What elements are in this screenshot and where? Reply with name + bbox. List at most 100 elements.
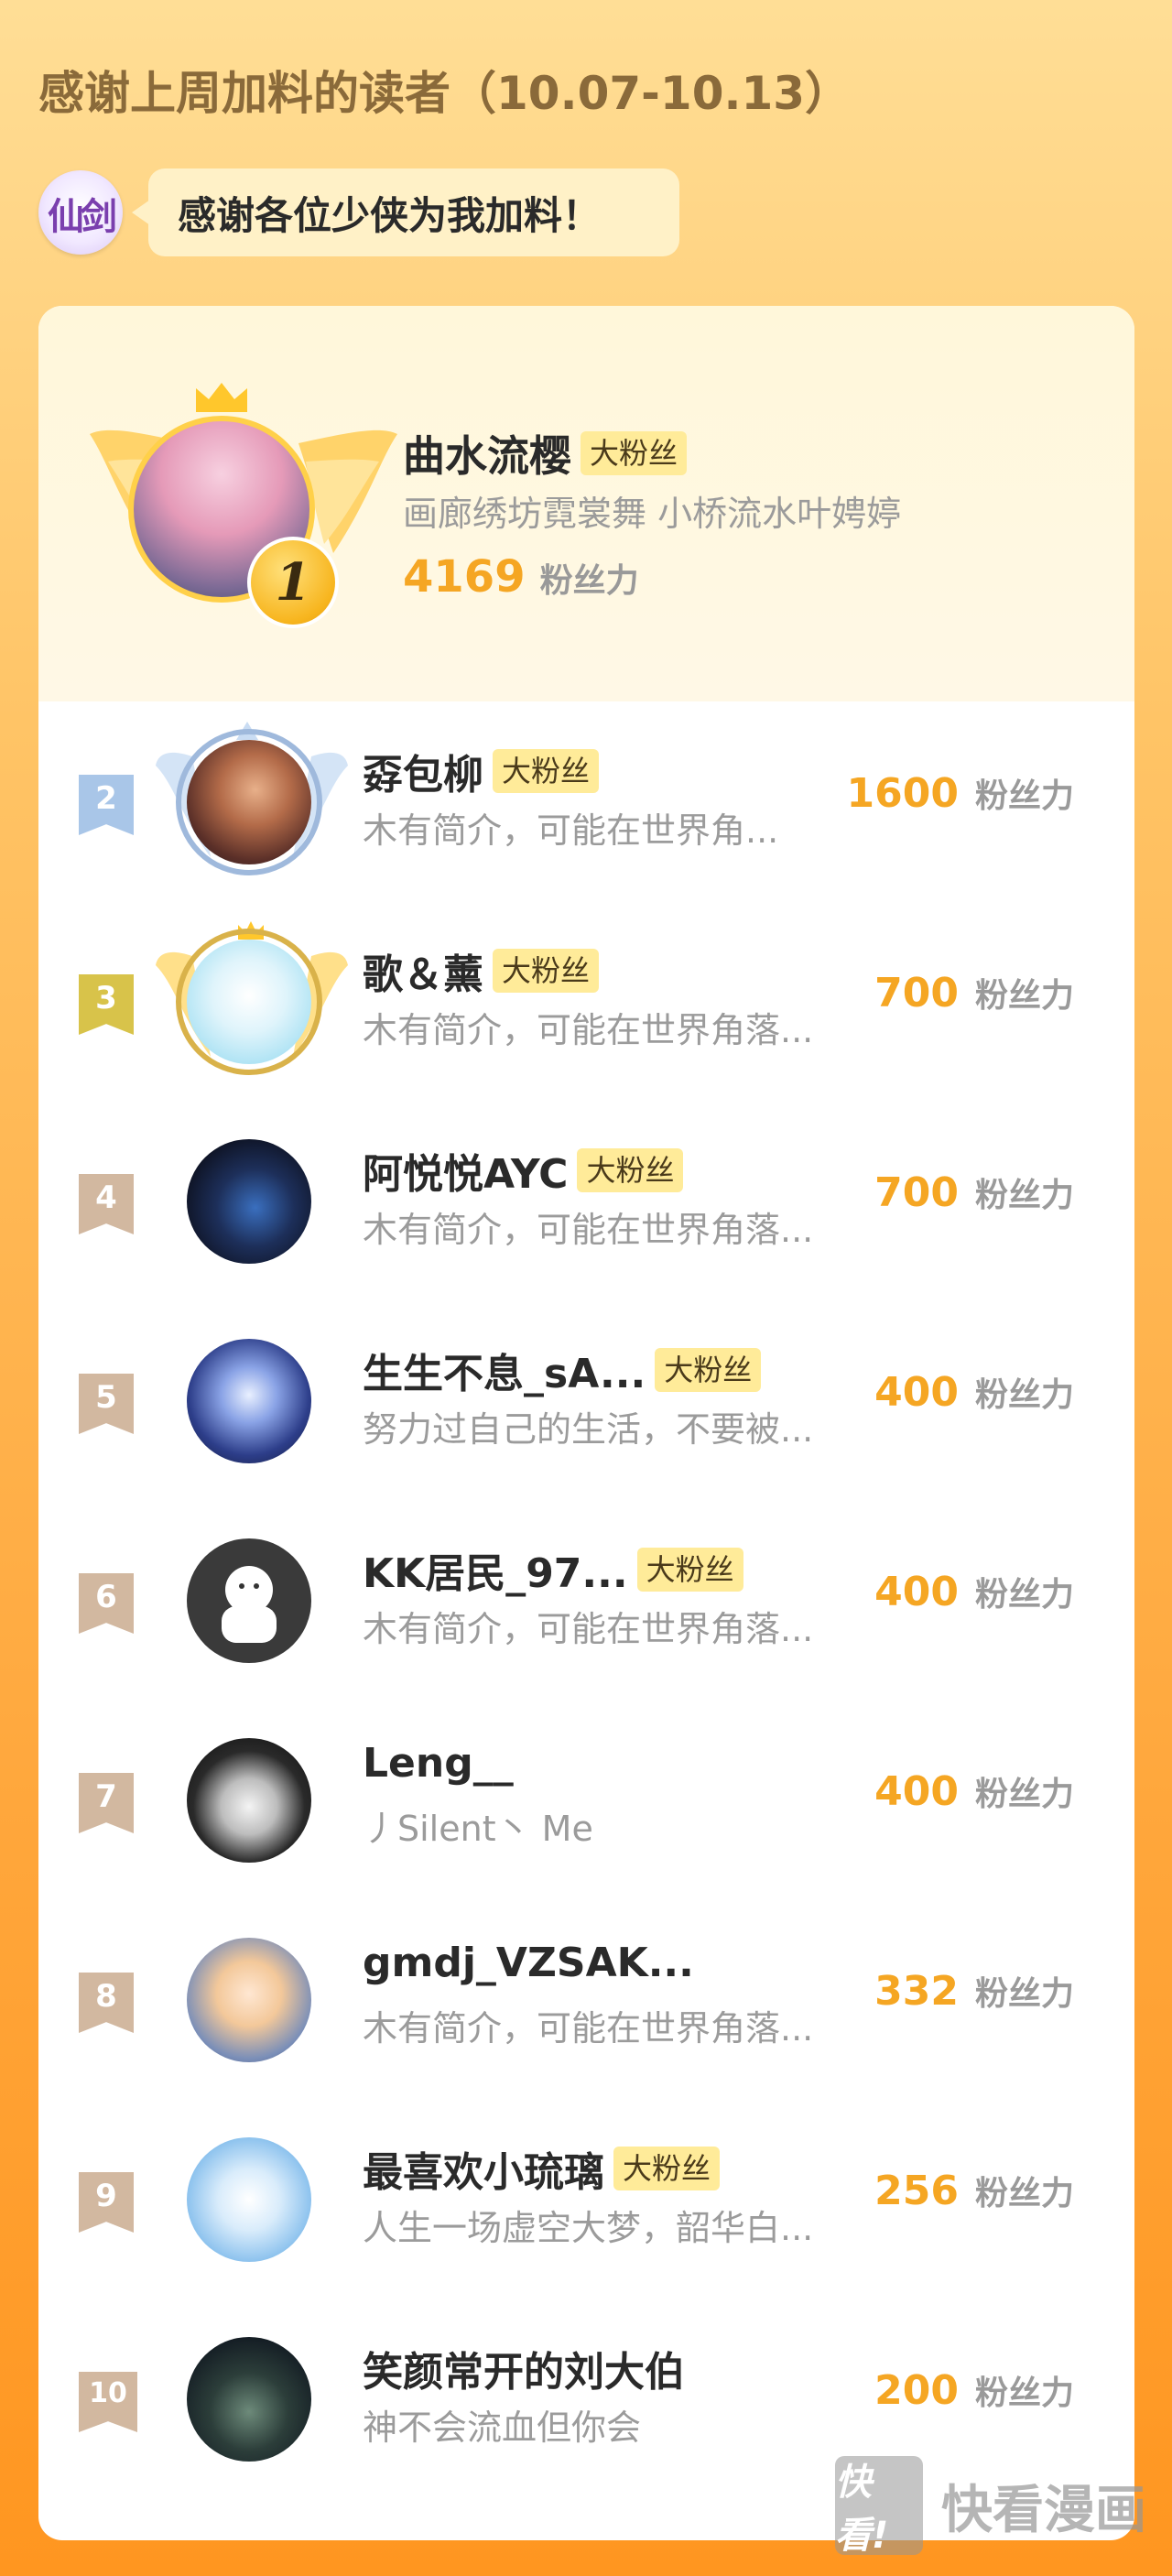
- rank-badge-1: 1: [247, 537, 339, 628]
- avatar[interactable]: [187, 740, 311, 864]
- crown-icon: [196, 383, 247, 412]
- score-unit: 粉丝力: [974, 2175, 1074, 2212]
- score-unit: 粉丝力: [974, 777, 1074, 815]
- avatar[interactable]: [187, 1339, 311, 1463]
- fan-name[interactable]: 阿悦悦AYC: [363, 1141, 568, 1200]
- fan-row[interactable]: 5 生生不息_sA... 大粉丝 努力过自己的生活，不要被... 400 粉丝力: [38, 1300, 1134, 1500]
- fan-name[interactable]: gmdj_VZSAK...: [363, 1940, 694, 1986]
- fan-name-row: Leng__: [363, 1740, 514, 1787]
- fan-score: 256 粉丝力: [874, 2167, 1074, 2214]
- fan-row[interactable]: 2 孬包柳 大粉丝 木有简介，可能在世界角... 1600 粉丝力: [38, 701, 1134, 901]
- fan-score: 400 粉丝力: [874, 1767, 1074, 1815]
- score-unit: 粉丝力: [974, 1376, 1074, 1414]
- fan-name-row: KK居民_97... 大粉丝: [363, 1540, 743, 1599]
- fan-score: 4169 粉丝力: [403, 551, 639, 603]
- avatar[interactable]: [187, 2137, 311, 2262]
- score-value: 700: [874, 970, 959, 1016]
- fan-bio: 木有简介，可能在世界角落...: [363, 1210, 814, 1250]
- score-unit: 粉丝力: [974, 977, 1074, 1015]
- fan-badge: 大粉丝: [493, 949, 600, 993]
- fan-name[interactable]: 曲水流樱: [403, 423, 571, 484]
- score-value: 4169: [403, 551, 526, 603]
- fan-row[interactable]: 6 KK居民_97... 大粉丝 木有简介，可能在世界角落... 400 粉丝力: [38, 1500, 1134, 1700]
- top-fan-row[interactable]: 1 曲水流樱 大粉丝 画廊绣坊霓裳舞 小桥流水叶娉婷 4169 粉丝力: [38, 306, 1134, 701]
- fan-name-row: 曲水流樱 大粉丝: [403, 423, 688, 484]
- fan-badge: 大粉丝: [577, 1148, 684, 1192]
- fan-name[interactable]: 生生不息_sA...: [363, 1341, 646, 1399]
- fan-row[interactable]: 4 阿悦悦AYC 大粉丝 木有简介，可能在世界角落... 700 粉丝力: [38, 1101, 1134, 1300]
- fan-name[interactable]: 最喜欢小琉璃: [363, 2139, 604, 2198]
- fan-score: 200 粉丝力: [874, 2366, 1074, 2414]
- fan-badge: 大粉丝: [613, 2147, 721, 2190]
- avatar[interactable]: [187, 2337, 311, 2462]
- rank-flag: 9: [79, 2172, 134, 2233]
- fan-name-row: 阿悦悦AYC 大粉丝: [363, 1141, 684, 1200]
- fan-row[interactable]: 3 歌＆薰 大粉丝 木有简介，可能在世界角落... 700 粉丝力: [38, 901, 1134, 1101]
- avatar[interactable]: [187, 1538, 311, 1663]
- fan-name[interactable]: Leng__: [363, 1740, 514, 1787]
- watermark: 快看! 快看漫画: [835, 2454, 1146, 2557]
- ranking-card: 1 曲水流樱 大粉丝 画廊绣坊霓裳舞 小桥流水叶娉婷 4169 粉丝力 2 孬包…: [38, 306, 1134, 2540]
- fan-bio: 木有简介，可能在世界角落...: [363, 1609, 814, 1649]
- fan-badge: 大粉丝: [581, 431, 688, 475]
- fan-score: 400 粉丝力: [874, 1568, 1074, 1615]
- rank-flag: 10: [79, 2372, 137, 2432]
- fan-badge: 大粉丝: [655, 1348, 762, 1392]
- score-unit: 粉丝力: [974, 1975, 1074, 2013]
- brand-logo-icon: 仙剑: [48, 195, 117, 238]
- rank-flag: 3: [79, 974, 134, 1035]
- fan-name[interactable]: 歌＆薰: [363, 941, 483, 1000]
- thanks-bubble: 感谢各位少侠为我加料！: [132, 168, 679, 256]
- fan-name[interactable]: 孬包柳: [363, 742, 483, 800]
- score-unit: 粉丝力: [539, 562, 639, 600]
- fan-bio: 木有简介，可能在世界角落...: [363, 1010, 814, 1050]
- fan-name-row: 笑颜常开的刘大伯: [363, 2339, 685, 2397]
- score-unit: 粉丝力: [974, 2375, 1074, 2412]
- rank-flag: 7: [79, 1773, 134, 1833]
- fan-score: 400 粉丝力: [874, 1368, 1074, 1416]
- score-value: 200: [874, 2367, 959, 2414]
- fan-bio: 木有简介，可能在世界角落...: [363, 2008, 814, 2049]
- fan-score: 700 粉丝力: [874, 1168, 1074, 1216]
- score-value: 1600: [846, 770, 959, 817]
- fan-bio: 努力过自己的生活，不要被...: [363, 1409, 814, 1450]
- fan-bio: 画廊绣坊霓裳舞 小桥流水叶娉婷: [403, 494, 902, 534]
- fan-row[interactable]: 9 最喜欢小琉璃 大粉丝 人生一场虚空大梦，韶华白... 256 粉丝力: [38, 2099, 1134, 2299]
- fan-bio: 木有简介，可能在世界角...: [363, 810, 779, 851]
- rank-flag: 8: [79, 1973, 134, 2033]
- fan-name-row: 孬包柳 大粉丝: [363, 742, 600, 800]
- fan-name-row: gmdj_VZSAK...: [363, 1940, 694, 1986]
- fan-badge: 大粉丝: [636, 1548, 743, 1592]
- fan-name-row: 歌＆薰 大粉丝: [363, 941, 600, 1000]
- avatar[interactable]: [187, 1139, 311, 1264]
- avatar[interactable]: [187, 1938, 311, 2062]
- fan-name-row: 最喜欢小琉璃 大粉丝: [363, 2139, 721, 2198]
- brand-avatar[interactable]: 仙剑: [38, 170, 123, 255]
- avatar[interactable]: [187, 940, 311, 1064]
- fan-score: 332 粉丝力: [874, 1967, 1074, 2015]
- score-value: 700: [874, 1169, 959, 1216]
- fan-name-row: 生生不息_sA... 大粉丝: [363, 1341, 762, 1399]
- fan-score: 1600 粉丝力: [847, 769, 1074, 817]
- page-title: 感谢上周加料的读者（10.07-10.13）: [38, 67, 852, 120]
- default-avatar-icon: [222, 1566, 277, 1643]
- fan-bio: 神不会流血但你会: [363, 2408, 642, 2448]
- fan-row[interactable]: 7 Leng__ 丿Silent丶 Me 400 粉丝力: [38, 1700, 1134, 1899]
- fan-score: 700 粉丝力: [874, 969, 1074, 1016]
- avatar[interactable]: [187, 1738, 311, 1863]
- rank-flag: 6: [79, 1573, 134, 1634]
- score-value: 400: [874, 1369, 959, 1416]
- rank-flag: 5: [79, 1374, 134, 1434]
- rank-flag: 4: [79, 1174, 134, 1234]
- fan-badge: 大粉丝: [493, 749, 600, 793]
- score-value: 400: [874, 1768, 959, 1815]
- fan-name[interactable]: 笑颜常开的刘大伯: [363, 2339, 685, 2397]
- fan-row[interactable]: 8 gmdj_VZSAK... 木有简介，可能在世界角落... 332 粉丝力: [38, 1899, 1134, 2099]
- score-unit: 粉丝力: [974, 1177, 1074, 1214]
- watermark-text: 快看漫画: [941, 2480, 1146, 2540]
- score-value: 400: [874, 1569, 959, 1615]
- score-unit: 粉丝力: [974, 1576, 1074, 1614]
- fan-bio: 丿Silent丶 Me: [363, 1809, 593, 1849]
- rank-flag: 2: [79, 775, 134, 835]
- fan-name[interactable]: KK居民_97...: [363, 1540, 628, 1599]
